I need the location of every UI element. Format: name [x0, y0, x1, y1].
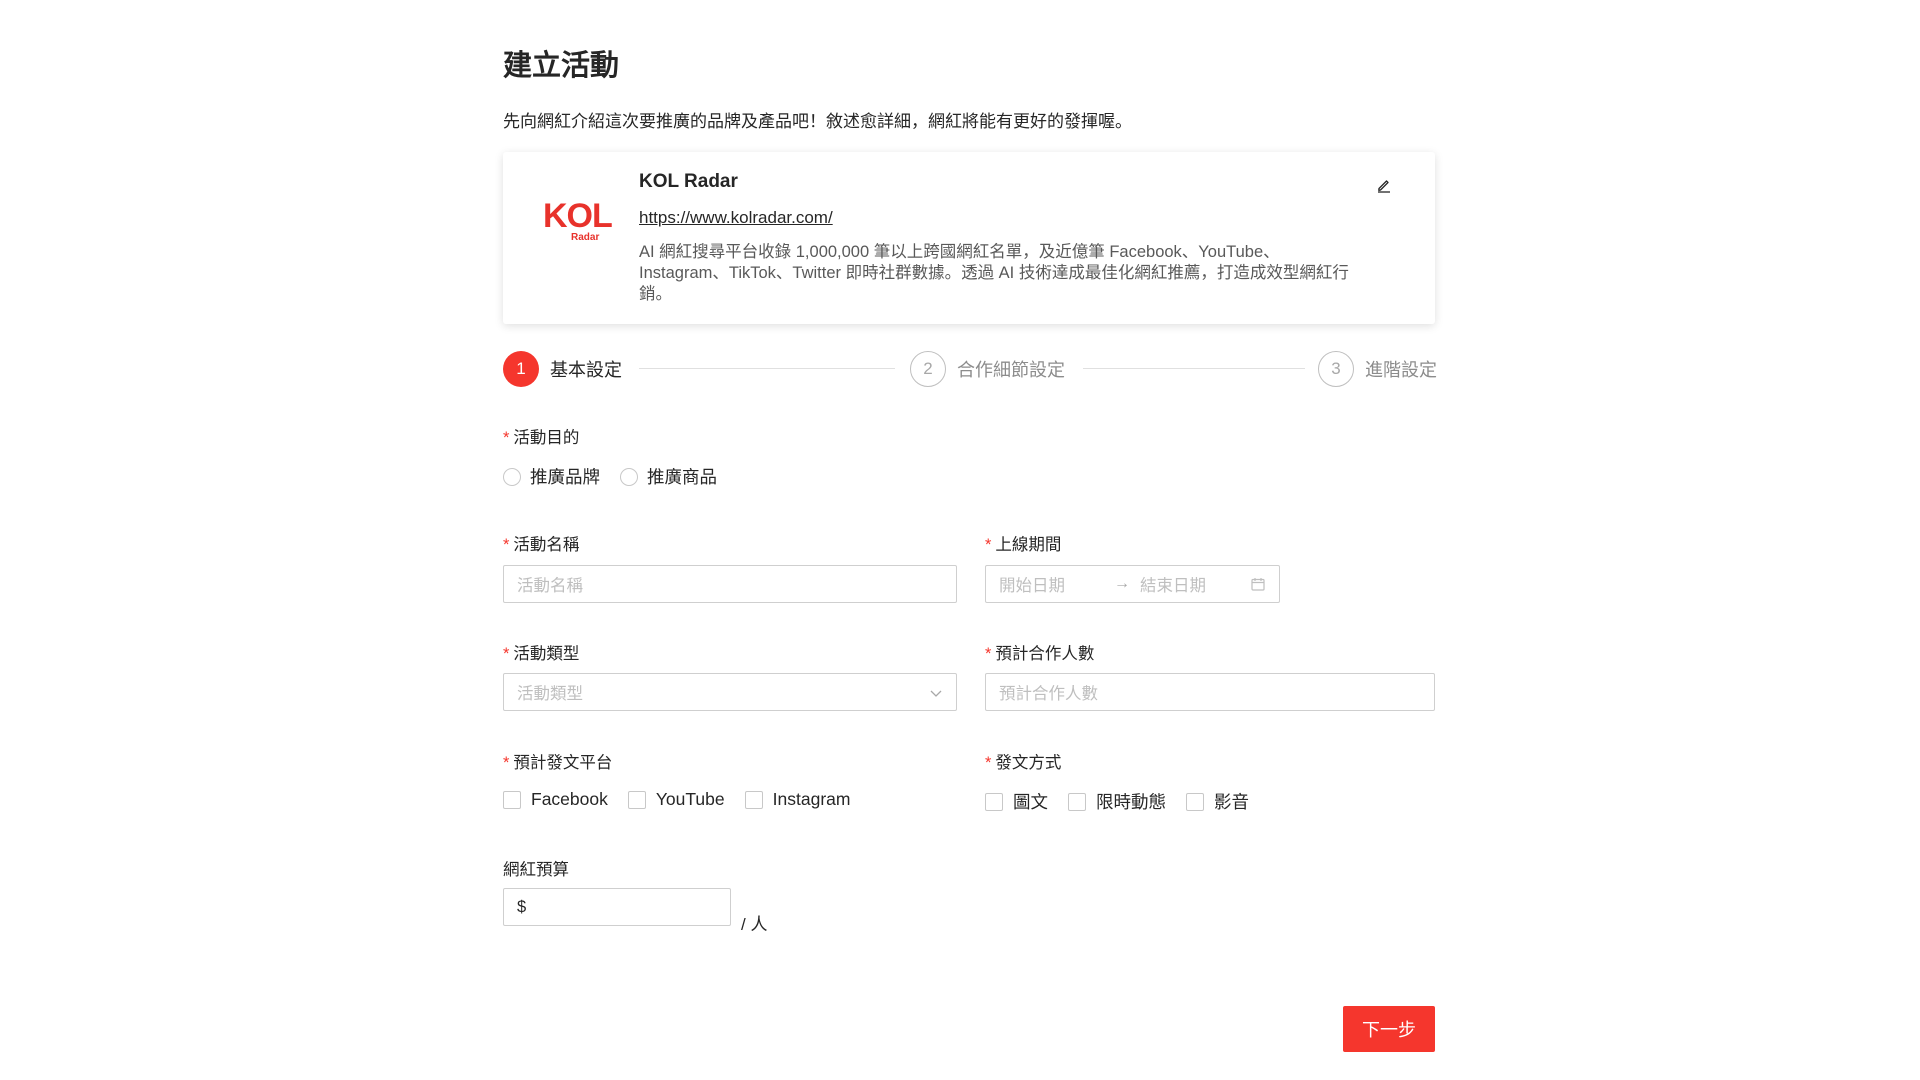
- campaign-type-select[interactable]: 活動類型: [503, 673, 957, 711]
- period-label: * 上線期間: [985, 536, 1062, 554]
- required-mark: *: [503, 429, 510, 447]
- next-step-button[interactable]: 下一步: [1343, 1006, 1435, 1052]
- chevron-down-icon: [930, 690, 942, 697]
- purpose-radio-product[interactable]: 推廣商品: [620, 464, 717, 489]
- pencil-icon: [1378, 180, 1390, 193]
- step-connector: [639, 368, 895, 369]
- radio-button[interactable]: [503, 467, 521, 486]
- post-type-checkbox-video[interactable]: 影音: [1186, 789, 1249, 814]
- start-date-input[interactable]: 開始日期: [999, 572, 1065, 596]
- budget-input[interactable]: $: [503, 888, 731, 926]
- brand-name: KOL Radar: [639, 171, 738, 192]
- step-number: 2: [910, 351, 946, 387]
- step-cooperation-details[interactable]: 2 合作細節設定: [910, 350, 1065, 388]
- platform-checkbox-youtube[interactable]: YouTube: [627, 789, 725, 810]
- platforms-checkbox-group: Facebook YouTube Instagram: [503, 789, 870, 810]
- campaign-type-label: * 活動類型: [503, 645, 580, 663]
- purpose-label: * 活動目的: [503, 429, 580, 447]
- post-type-label: * 發文方式: [985, 754, 1062, 772]
- arrow-right-icon: →: [1114, 575, 1130, 592]
- step-label: 進階設定: [1365, 360, 1437, 380]
- brand-logo: KOL Radar: [543, 194, 615, 243]
- step-label: 合作細節設定: [957, 360, 1065, 380]
- budget-label: 網紅預算: [503, 861, 569, 879]
- budget-unit: / 人: [741, 915, 768, 934]
- step-advanced-settings[interactable]: 3 進階設定: [1318, 350, 1437, 388]
- checkbox[interactable]: [1068, 792, 1086, 811]
- brand-logo-subtext: Radar: [571, 232, 599, 242]
- post-type-checkbox-stories[interactable]: 限時動態: [1068, 789, 1166, 814]
- campaign-name-label: * 活動名稱: [503, 536, 580, 554]
- page-description: 先向網紅介紹這次要推廣的品牌及產品吧！敘述愈詳細，網紅將能有更好的發揮喔。: [503, 112, 1132, 131]
- end-date-input[interactable]: 結束日期: [1140, 572, 1206, 596]
- post-type-checkbox-image-text[interactable]: 圖文: [985, 789, 1048, 814]
- purpose-radio-brand[interactable]: 推廣品牌: [503, 464, 600, 489]
- platform-checkbox-facebook[interactable]: Facebook: [503, 789, 608, 810]
- checkbox[interactable]: [985, 792, 1003, 811]
- checkbox[interactable]: [503, 790, 521, 809]
- radio-button[interactable]: [620, 467, 638, 486]
- brand-description: AI 網紅搜尋平台收錄 1,000,000 筆以上跨國網紅名單，及近億筆 Fac…: [639, 243, 1349, 303]
- currency-prefix: $: [517, 897, 527, 916]
- checkbox[interactable]: [627, 790, 646, 809]
- purpose-radio-group: 推廣品牌 推廣商品: [503, 464, 737, 489]
- headcount-label: * 預計合作人數: [985, 645, 1095, 663]
- platforms-label: * 預計發文平台: [503, 754, 613, 772]
- brand-card: KOL Radar KOL Radar https://www.kolradar…: [503, 152, 1435, 324]
- step-number: 3: [1318, 351, 1354, 387]
- page-title: 建立活動: [503, 50, 620, 82]
- checkbox[interactable]: [744, 790, 763, 809]
- step-basic-settings[interactable]: 1 基本設定: [503, 350, 622, 388]
- edit-brand-button[interactable]: [1373, 174, 1395, 196]
- step-label: 基本設定: [550, 360, 622, 380]
- campaign-name-input[interactable]: 活動名稱: [503, 565, 957, 603]
- date-range-picker[interactable]: 開始日期 → 結束日期: [985, 565, 1280, 603]
- post-type-checkbox-group: 圖文 限時動態 影音: [985, 789, 1269, 814]
- stepper: 1 基本設定 2 合作細節設定 3 進階設定: [503, 350, 1437, 388]
- platform-checkbox-instagram[interactable]: Instagram: [744, 789, 850, 810]
- headcount-input[interactable]: 預計合作人數: [985, 673, 1435, 711]
- brand-url-link[interactable]: https://www.kolradar.com/: [639, 208, 833, 228]
- calendar-icon: [1251, 578, 1265, 591]
- checkbox[interactable]: [1186, 792, 1204, 811]
- brand-logo-text: KOL: [543, 197, 612, 235]
- step-number: 1: [503, 351, 539, 387]
- step-connector: [1083, 368, 1305, 369]
